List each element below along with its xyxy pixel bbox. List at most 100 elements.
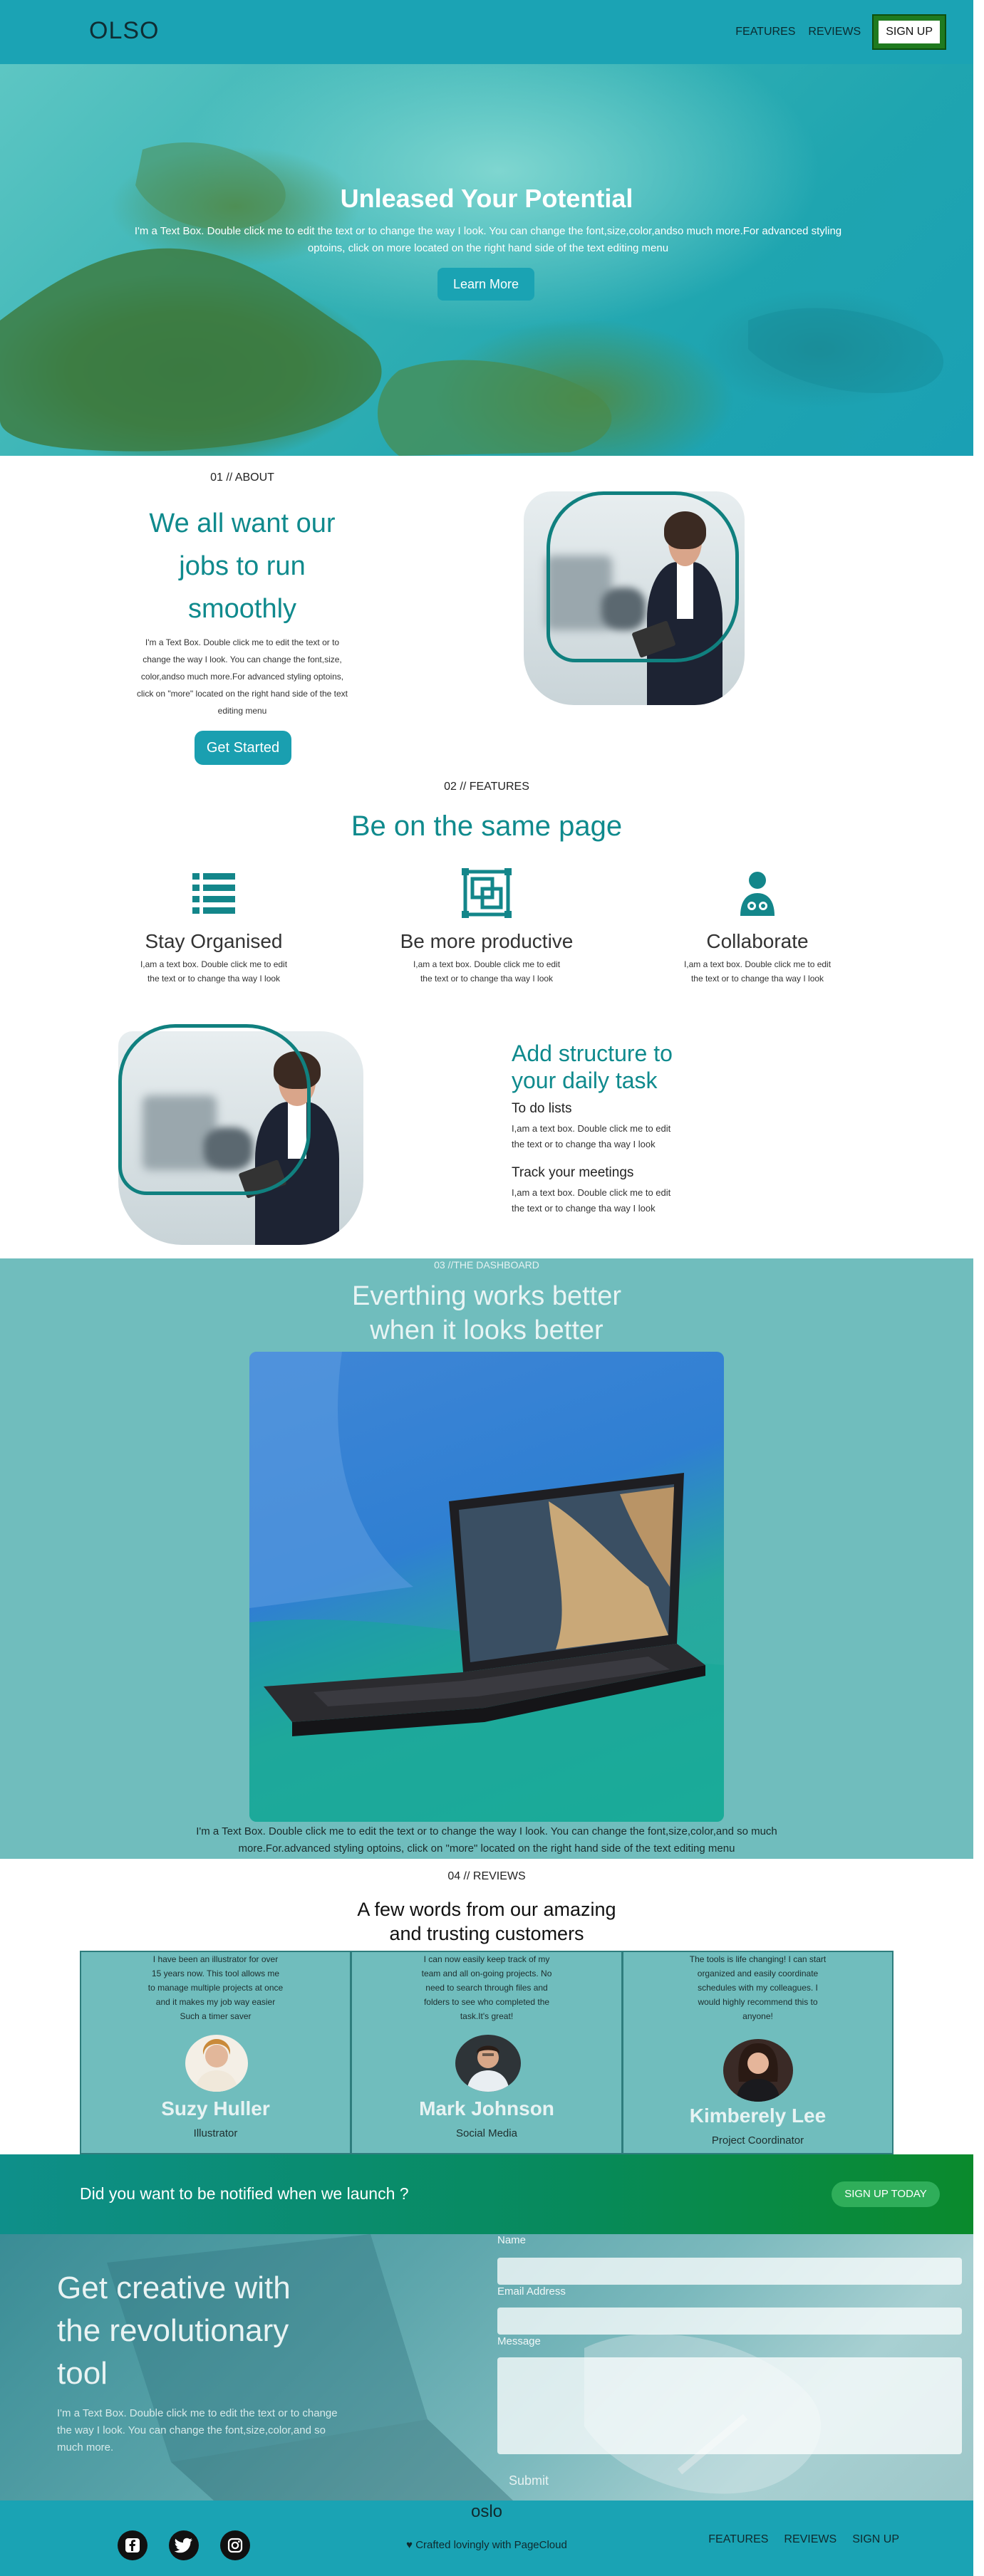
about-text-line: editing menu xyxy=(217,706,267,716)
feature-text-line: I,am a text box. Double click me to edit xyxy=(683,959,832,969)
dashboard-eyebrow: 03 //THE DASHBOARD xyxy=(434,1259,539,1271)
contact-heading-line: tool xyxy=(57,2356,108,2391)
reviewer-role: Social Media xyxy=(456,2127,517,2139)
review-quote-line: I can now easily keep track of my xyxy=(423,1954,550,1964)
about-text-line: I'm a Text Box. Double click me to edit … xyxy=(145,637,340,647)
email-label: Email Address xyxy=(497,2285,566,2298)
list-icon xyxy=(192,873,235,914)
structure-block-title: Track your meetings xyxy=(512,1165,634,1180)
nav-reviews[interactable]: REVIEWS xyxy=(808,26,861,38)
contact-text-line: I'm a Text Box. Double click me to edit … xyxy=(57,2407,338,2419)
feature-title: Be more productive xyxy=(400,930,574,952)
notify-text: Did you want to be notified when we laun… xyxy=(80,2184,409,2203)
review-quote-line: schedules with my colleagues. I xyxy=(698,1983,818,1993)
site-footer: oslo ♥ Crafted lovingly with PageCloud F… xyxy=(0,2501,973,2576)
dashboard-heading-line: Everthing works better xyxy=(351,1281,622,1311)
aerial-landscape-image xyxy=(0,142,943,456)
instagram-icon[interactable] xyxy=(220,2530,250,2560)
review-quote: I have been an illustrator for over 15 y… xyxy=(81,1952,350,2023)
review-quote-line: folders to see who completed the xyxy=(423,1997,550,2007)
structure-block-text: I,am a text box. Double click me to edit… xyxy=(512,1121,740,1152)
avatar xyxy=(723,2039,793,2102)
review-quote-line: to manage multiple projects at once xyxy=(147,1983,284,1993)
review-quote-line: I have been an illustrator for over xyxy=(152,1954,279,1964)
structure-text-line: I,am a text box. Double click me to edit xyxy=(512,1123,671,1134)
footer-brand: oslo xyxy=(470,2502,503,2521)
about-eyebrow: 01 // ABOUT xyxy=(210,471,274,484)
decorative-frame-outline xyxy=(118,1024,311,1195)
structure-text-line: the text or to change tha way I look xyxy=(512,1139,656,1149)
contact-text-line: the way I look. You can change the font,… xyxy=(57,2424,326,2436)
review-quote: I can now easily keep track of my team a… xyxy=(352,1952,621,2023)
hero-text: I'm a Text Box. Double click me to edit … xyxy=(134,225,842,254)
reviewer-name: Mark Johnson xyxy=(419,2097,554,2119)
dashboard-heading-line: when it looks better xyxy=(370,1315,604,1345)
heart-icon: ♥ xyxy=(406,2539,416,2551)
laptop-product-image xyxy=(249,1352,724,1822)
name-label: Name xyxy=(497,2234,527,2246)
avatar xyxy=(455,2035,521,2092)
about-heading: We all want our jobs to run smoothly xyxy=(121,502,363,630)
structure-heading-line: Add structure to xyxy=(512,1041,673,1066)
dashboard-text: I'm a Text Box. Double click me to edit … xyxy=(196,1825,777,1855)
reviewer-role: Project Coordinator xyxy=(711,2134,804,2147)
feature-text-line: I,am a text box. Double click me to edit xyxy=(413,959,561,969)
feature-title: Stay Organised xyxy=(145,930,283,952)
reviews-heading-line: and trusting customers xyxy=(389,1923,584,1944)
contact-heading-line: Get creative with xyxy=(57,2270,291,2305)
review-card: The tools is life changing! I can start … xyxy=(622,1951,894,2154)
contact-text: I'm a Text Box. Double click me to edit … xyxy=(57,2405,371,2456)
footer-nav-reviews[interactable]: REVIEWS xyxy=(784,2533,837,2546)
reviews-eyebrow: 04 // REVIEWS xyxy=(447,1870,526,1882)
dashboard-heading: Everthing works better when it looks bet… xyxy=(273,1279,700,1347)
nav-features[interactable]: FEATURES xyxy=(735,26,795,38)
name-field[interactable] xyxy=(497,2258,962,2285)
about-text: I'm a Text Box. Double click me to edit … xyxy=(121,634,363,719)
about-text-line: color,andso much more.For advanced styli… xyxy=(140,672,344,682)
crafted-text: Crafted lovingly with PageCloud xyxy=(415,2539,567,2551)
contact-heading: Get creative with the revolutionary tool xyxy=(57,2267,356,2395)
about-heading-line: jobs to run xyxy=(179,551,306,581)
contact-section: Get creative with the revolutionary tool… xyxy=(0,2234,973,2501)
learn-more-button[interactable]: Learn More xyxy=(437,268,534,301)
reviewer-name: Kimberely Lee xyxy=(689,2105,827,2127)
review-quote-line: anyone! xyxy=(742,2011,773,2021)
structure-block: To do lists I,am a text box. Double clic… xyxy=(512,1101,740,1152)
main-nav: FEATURES REVIEWS SIGN UP xyxy=(735,14,946,50)
structure-block-title: To do lists xyxy=(512,1101,572,1116)
structure-text-line: the text or to change tha way I look xyxy=(512,1203,656,1214)
submit-button[interactable]: Submit xyxy=(509,2473,549,2488)
site-logo[interactable]: OLSO xyxy=(89,17,159,45)
about-text-line: change the way I look. You can change th… xyxy=(143,655,342,664)
footer-nav-signup[interactable]: SIGN UP xyxy=(852,2533,899,2546)
twitter-icon[interactable] xyxy=(169,2530,199,2560)
contact-text-line: much more. xyxy=(57,2441,114,2454)
review-quote-line: and it makes my job way easier xyxy=(155,1997,276,2007)
signup-button[interactable]: SIGN UP xyxy=(872,14,946,50)
avatar xyxy=(185,2035,248,2092)
footer-nav-features[interactable]: FEATURES xyxy=(708,2533,768,2546)
review-quote-line: task.It's great! xyxy=(460,2011,514,2021)
about-heading-line: smoothly xyxy=(187,594,297,624)
message-field[interactable] xyxy=(497,2357,962,2454)
review-quote-line: organized and easily coordinate xyxy=(697,1968,819,1978)
review-quote-line: would highly recommend this to xyxy=(698,1997,818,2007)
feature-card: Collaborate I,am a text box. Double clic… xyxy=(643,867,871,986)
review-card: I have been an illustrator for over 15 y… xyxy=(80,1951,351,2154)
email-field[interactable] xyxy=(497,2308,962,2335)
structure-block-text: I,am a text box. Double click me to edit… xyxy=(512,1185,740,1216)
feature-card: Stay Organised I,am a text box. Double c… xyxy=(100,867,328,986)
review-card: I can now easily keep track of my team a… xyxy=(351,1951,623,2154)
facebook-icon[interactable] xyxy=(118,2530,147,2560)
signup-today-button[interactable]: SIGN UP TODAY xyxy=(832,2181,940,2207)
frames-icon xyxy=(462,868,512,918)
notify-banner: Did you want to be notified when we laun… xyxy=(0,2154,973,2234)
site-header: OLSO FEATURES REVIEWS SIGN UP xyxy=(0,0,973,64)
hero-title: Unleased Your Potential xyxy=(340,184,633,213)
feature-text: I,am a text box. Double click me to edit… xyxy=(373,957,601,986)
about-heading-line: We all want our xyxy=(149,509,336,538)
get-started-button[interactable]: Get Started xyxy=(195,731,291,765)
review-quote-line: Such a timer saver xyxy=(180,2011,252,2021)
feature-text: I,am a text box. Double click me to edit… xyxy=(643,957,871,986)
feature-text-line: the text or to change tha way I look xyxy=(690,974,824,984)
